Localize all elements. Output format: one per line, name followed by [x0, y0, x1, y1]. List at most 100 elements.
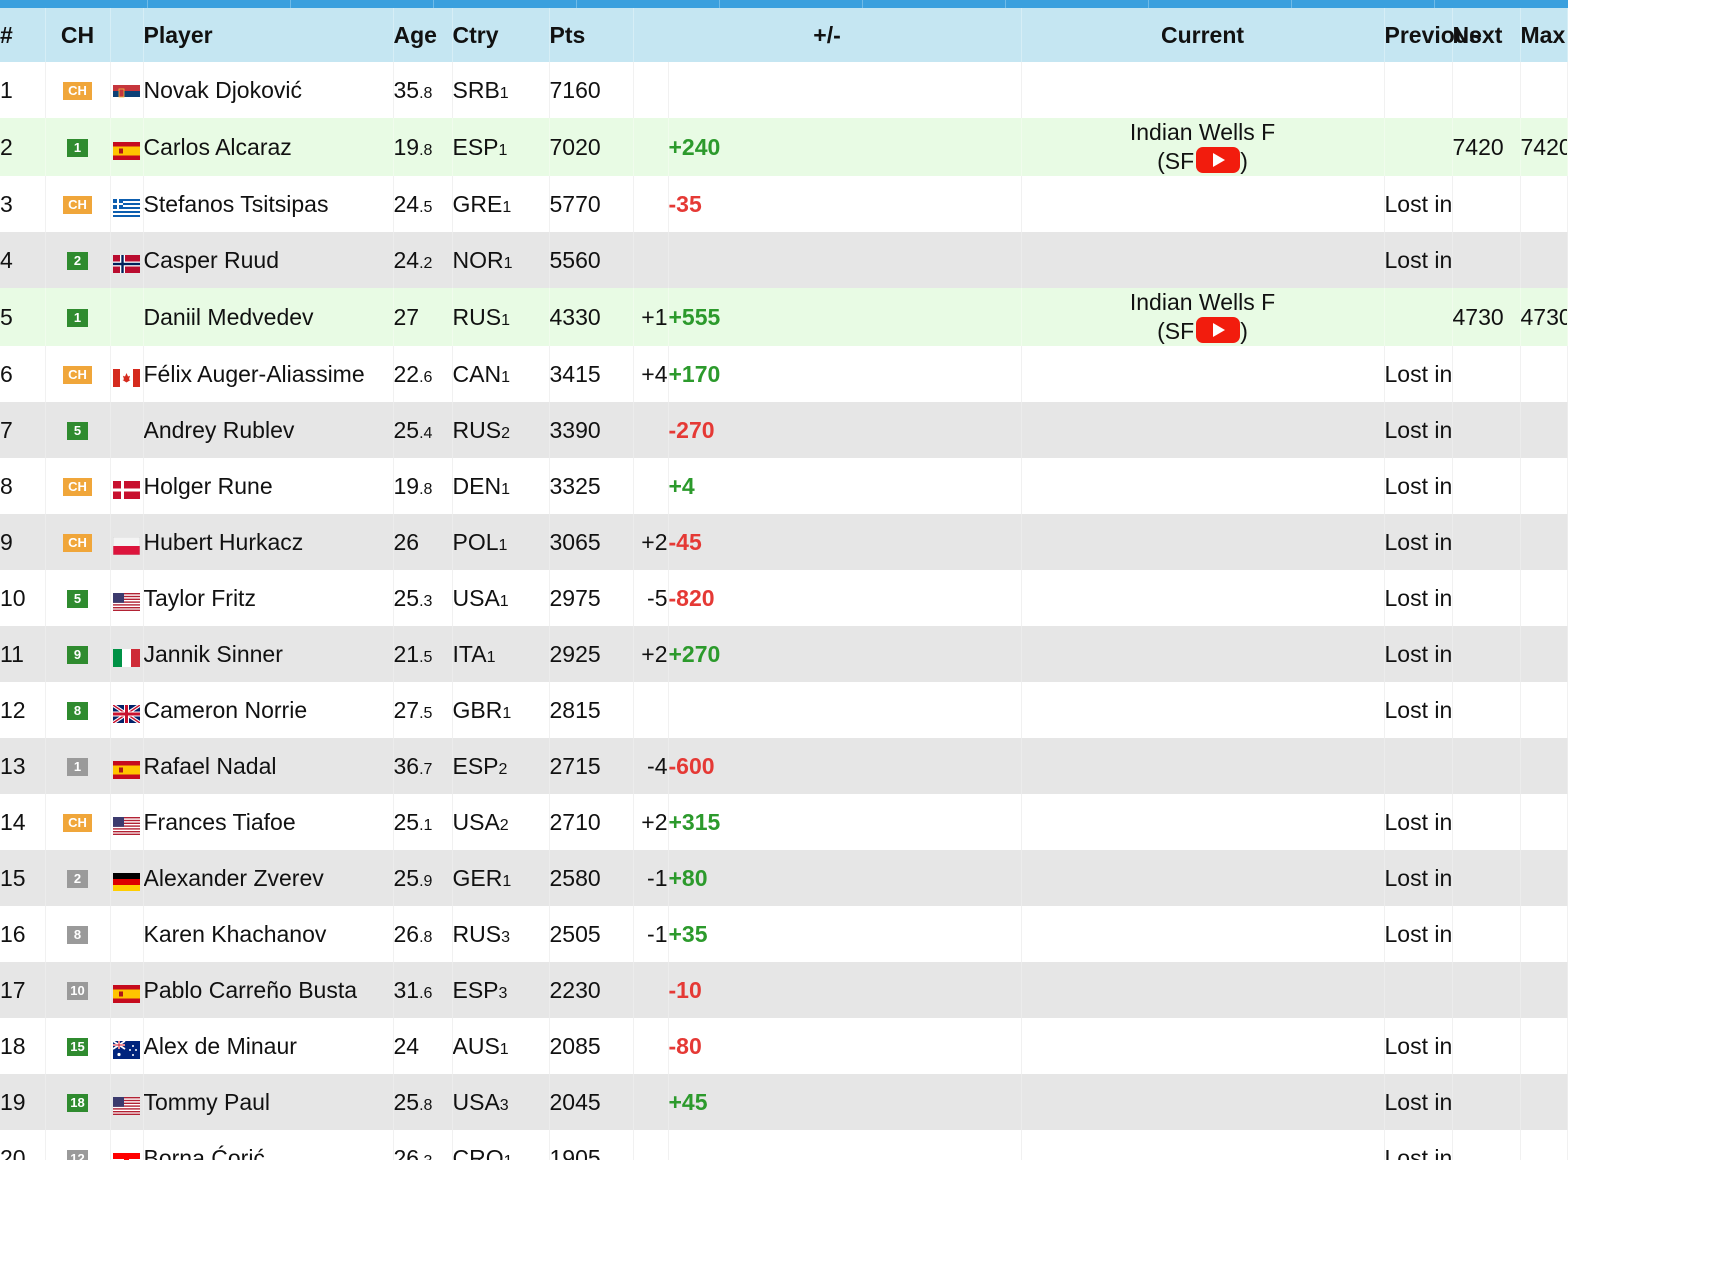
- country-code: ESP: [452, 976, 499, 1003]
- player-name[interactable]: Taylor Fritz: [143, 570, 394, 626]
- player-name[interactable]: Borna Ćorić: [143, 1130, 394, 1160]
- current-tournament-cell: [1021, 1074, 1385, 1130]
- player-name[interactable]: Alex de Minaur: [143, 1018, 394, 1074]
- col-header-country[interactable]: Ctry: [452, 8, 550, 62]
- table-row[interactable]: 13 1 Rafael Nadal 36.7 ESP2 2715 -4 -600: [0, 738, 1568, 794]
- table-row[interactable]: 128Cameron Norrie27.5GBR12815Lost in Ind…: [0, 682, 1568, 738]
- flag-cell: [110, 962, 144, 1018]
- table-row[interactable]: 9 CH Hubert Hurkacz 26 POL1 3065 +2 -45 Lost in …: [0, 514, 1568, 570]
- top-tab-strip[interactable]: [0, 0, 1568, 8]
- table-row[interactable]: 3 CH Stefanos Tsitsipas 24.5 GRE1 5770 -35 Lost…: [0, 176, 1568, 232]
- player-name[interactable]: Félix Auger-Aliassime: [143, 346, 394, 402]
- previous-result[interactable]: Lost in Indian Wells R64: [1385, 191, 1452, 217]
- previous-result[interactable]: Lost in Indian Wells SF: [1385, 641, 1452, 667]
- col-header-ch[interactable]: CH: [45, 8, 111, 62]
- country-rank: 3: [501, 928, 510, 946]
- table-row[interactable]: 6 CH Félix Auger-Aliassime 22.6 CAN1 3415 +4 +1…: [0, 346, 1568, 402]
- youtube-play-icon[interactable]: [1196, 317, 1241, 343]
- age-cell: 25.9: [393, 850, 453, 906]
- player-name[interactable]: Andrey Rublev: [143, 402, 394, 458]
- table-row[interactable]: 42Casper Ruud24.2NOR15560Lost in Indian …: [0, 232, 1568, 288]
- player-name[interactable]: Karen Khachanov: [143, 906, 394, 962]
- current-tournament-cell: [1021, 346, 1385, 402]
- previous-result[interactable]: Lost in Indian Wells R16: [1385, 865, 1452, 891]
- player-name[interactable]: Hubert Hurkacz: [143, 514, 394, 570]
- player-name[interactable]: Stefanos Tsitsipas: [143, 176, 394, 232]
- col-header-move[interactable]: +/-: [633, 8, 1022, 62]
- table-row[interactable]: 75Andrey Rublev25.4RUS23390-270Lost in I…: [0, 402, 1568, 458]
- player-name[interactable]: Holger Rune: [143, 458, 394, 514]
- player-name[interactable]: Carlos Alcaraz: [143, 118, 394, 176]
- age-cell: 24.5: [393, 176, 453, 232]
- points-diff-cell: -35: [668, 176, 1022, 232]
- age-years: 25: [393, 1088, 420, 1115]
- player-name[interactable]: Novak Djoković: [143, 62, 394, 118]
- max-points-cell: [1520, 514, 1568, 570]
- age-cell: 26: [393, 514, 453, 570]
- col-header-rank[interactable]: #: [0, 8, 46, 62]
- country-cell: CAN1: [452, 346, 550, 402]
- player-name[interactable]: Daniil Medvedev: [143, 288, 394, 346]
- age-cell: 26.3: [393, 1130, 453, 1160]
- col-header-age[interactable]: Age: [393, 8, 453, 62]
- previous-result[interactable]: Lost in Indian Wells SF: [1385, 809, 1452, 835]
- table-row[interactable]: 8CHHolger Rune19.8DEN13325+4Lost in Indi…: [0, 458, 1568, 514]
- previous-result-cell: Lost in Indian Wells SF: [1384, 794, 1453, 850]
- player-name[interactable]: Pablo Carreño Busta: [143, 962, 394, 1018]
- current-tournament[interactable]: Indian Wells F: [1130, 119, 1275, 145]
- country-rank: 1: [486, 648, 496, 666]
- youtube-play-icon[interactable]: [1196, 147, 1241, 173]
- player-name[interactable]: Frances Tiafoe: [143, 794, 394, 850]
- col-header-current[interactable]: Current: [1021, 8, 1385, 62]
- player-name[interactable]: Tommy Paul: [143, 1074, 394, 1130]
- previous-result-cell: [1384, 738, 1453, 794]
- previous-result[interactable]: Lost in Indian Wells R32: [1385, 473, 1452, 499]
- player-name[interactable]: Jannik Sinner: [143, 626, 394, 682]
- player-name[interactable]: Casper Ruud: [143, 232, 394, 288]
- player-name[interactable]: Alexander Zverev: [143, 850, 394, 906]
- table-row[interactable]: 2 1 Carlos Alcaraz 19.8 ESP1 7020 +240 Indian W…: [0, 118, 1568, 176]
- table-row[interactable]: 14 CH Frances Tiafoe 25.1 USA2 2710 +2 +315 Lost…: [0, 794, 1568, 850]
- col-header-max[interactable]: Max: [1520, 8, 1568, 62]
- table-row[interactable]: 11 9 Jannik Sinner 21.5 ITA1 2925 +2 +270 Lost i…: [0, 626, 1568, 682]
- age-cell: 24: [393, 1018, 453, 1074]
- age-years: 26: [393, 528, 420, 555]
- flag-cell: [110, 458, 144, 514]
- previous-result[interactable]: Lost in Indian Wells R32: [1385, 529, 1452, 555]
- previous-result[interactable]: Lost in Indian Wells R16: [1385, 417, 1452, 443]
- table-row[interactable]: 15 2 Alexander Zverev 25.9 GER1 2580 -1 +80 Lost…: [0, 850, 1568, 906]
- previous-result[interactable]: Lost in Indian Wells R32: [1385, 247, 1452, 273]
- points-diff-cell: -270: [668, 402, 1022, 458]
- previous-result[interactable]: Lost in Indian Wells R64: [1385, 1145, 1452, 1161]
- points-cell: 3390: [549, 402, 634, 458]
- table-row[interactable]: 1815Alex de Minaur24AUS12085-80Lost in I…: [0, 1018, 1568, 1074]
- previous-result[interactable]: Lost in Indian Wells R64: [1385, 1033, 1452, 1059]
- previous-result[interactable]: Lost in Indian Wells QF: [1385, 585, 1452, 611]
- age-decimal: .5: [419, 198, 433, 216]
- player-name[interactable]: Cameron Norrie: [143, 682, 394, 738]
- table-row[interactable]: 17 10 Pablo Carreño Busta 31.6 ESP3 2230 -10: [0, 962, 1568, 1018]
- previous-result[interactable]: Lost in Indian Wells R32: [1385, 921, 1452, 947]
- country-cell: POL1: [452, 514, 550, 570]
- previous-result[interactable]: Lost in Indian Wells QF: [1385, 361, 1452, 387]
- table-row[interactable]: 2012Borna Ćorić26.3CRO11905Lost in India…: [0, 1130, 1568, 1160]
- table-row[interactable]: 1918Tommy Paul25.8USA32045+45Lost in Ind…: [0, 1074, 1568, 1130]
- current-tournament[interactable]: Indian Wells F: [1130, 289, 1275, 315]
- col-header-player[interactable]: Player: [143, 8, 394, 62]
- country-cell: RUS3: [452, 906, 550, 962]
- col-header-previous[interactable]: Previous: [1384, 8, 1482, 62]
- current-tournament-cell: [1021, 906, 1385, 962]
- previous-result[interactable]: Lost in Indian Wells QF: [1385, 697, 1452, 723]
- country-cell: NOR1: [452, 232, 550, 288]
- rank-move-cell: [633, 118, 669, 176]
- career-high-cell: CH: [45, 794, 111, 850]
- country-rank: 2: [499, 816, 509, 834]
- previous-result[interactable]: Lost in Indian Wells R16: [1385, 1089, 1452, 1115]
- col-header-points[interactable]: Pts: [549, 8, 634, 62]
- table-row[interactable]: 16 8 Karen Khachanov 26.8 RUS3 2505 -1 +35 Lost …: [0, 906, 1568, 962]
- col-header-next[interactable]: Next: [1452, 8, 1521, 62]
- player-name[interactable]: Rafael Nadal: [143, 738, 394, 794]
- table-row[interactable]: 5 1 Daniil Medvedev 27 RUS1 4330 +1 +555 Indian …: [0, 288, 1568, 346]
- table-row[interactable]: 10 5 Taylor Fritz 25.3 USA1 2975 -5 -820 Lost in…: [0, 570, 1568, 626]
- table-row[interactable]: 1 CH Novak Djoković 35.8 SRB1 7160: [0, 62, 1568, 118]
